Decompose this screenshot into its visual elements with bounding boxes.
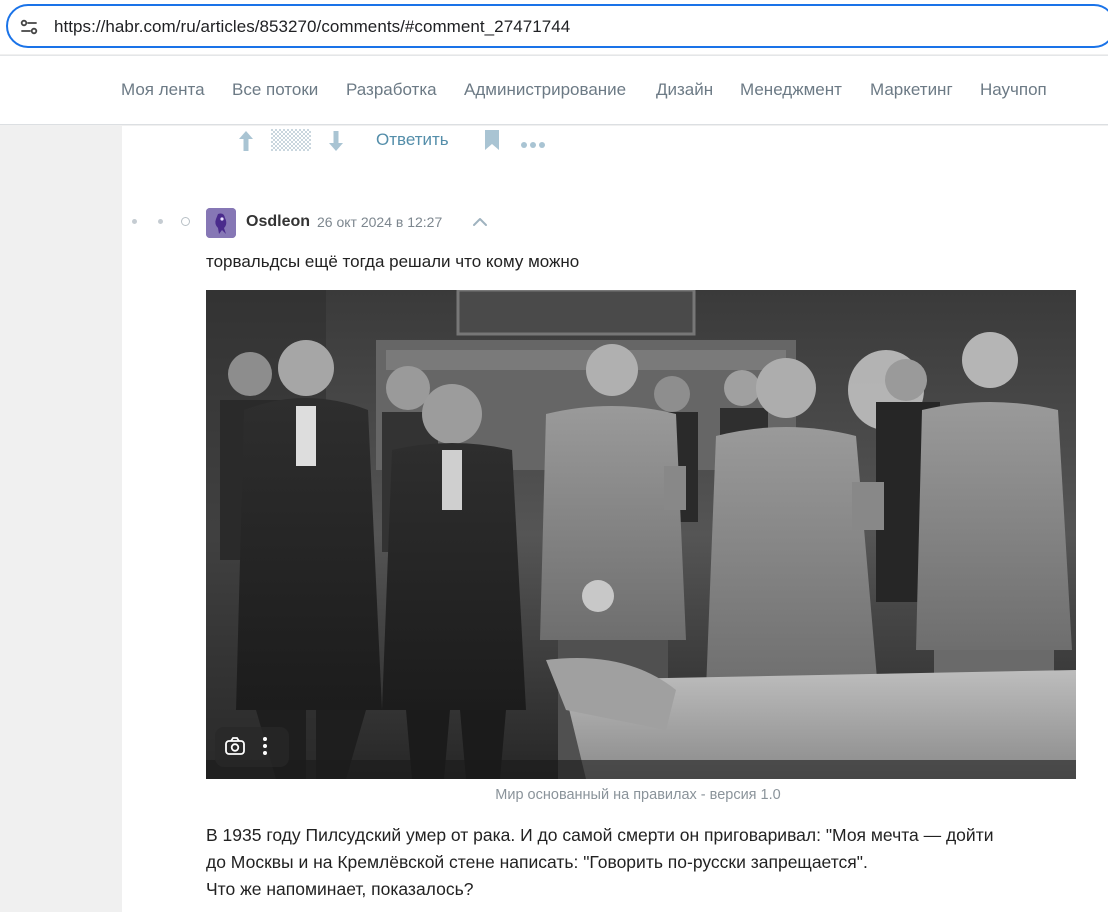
arrow-down-icon[interactable] <box>328 130 344 157</box>
comments-panel: Ответить Osdleon 26 окт 2024 в 12:27 тор… <box>122 126 1108 912</box>
reply-button[interactable]: Ответить <box>376 130 449 150</box>
comment-header: Osdleon 26 окт 2024 в 12:27 <box>122 208 1108 238</box>
prev-comment-actions: Ответить <box>122 126 1108 156</box>
nav-item-marketing[interactable]: Маркетинг <box>870 80 953 100</box>
camera-search-icon[interactable] <box>224 735 246 757</box>
comment-image[interactable] <box>206 290 1076 779</box>
browser-toolbar: https://habr.com/ru/articles/853270/comm… <box>0 0 1108 54</box>
address-bar[interactable]: https://habr.com/ru/articles/853270/comm… <box>6 4 1108 48</box>
thread-line-dot[interactable] <box>158 219 163 224</box>
more-horizontal-icon[interactable] <box>520 136 546 154</box>
thread-current-marker[interactable] <box>181 217 190 226</box>
more-vertical-icon[interactable] <box>261 735 269 757</box>
comment-author[interactable]: Osdleon <box>246 213 310 231</box>
comment-paragraphs: В 1935 году Пилсудский умер от рака. И д… <box>206 822 1066 903</box>
nav-item-administration[interactable]: Администрирование <box>464 80 626 100</box>
comment-body-text: торвальдсы ещё тогда решали что кому мож… <box>206 252 580 271</box>
arrow-up-icon[interactable] <box>238 130 254 157</box>
nav-item-development[interactable]: Разработка <box>346 80 437 100</box>
thread-line-dot[interactable] <box>132 219 137 224</box>
comment-paragraph: В 1935 году Пилсудский умер от рака. И д… <box>206 825 994 845</box>
bookmark-icon[interactable] <box>484 129 500 156</box>
image-caption: Мир основанный на правилах - версия 1.0 <box>495 787 781 803</box>
nav-item-all-streams[interactable]: Все потоки <box>232 80 318 100</box>
tune-icon[interactable] <box>19 17 39 37</box>
comment-timestamp[interactable]: 26 окт 2024 в 12:27 <box>317 214 442 230</box>
nav-item-my-feed[interactable]: Моя лента <box>121 80 205 100</box>
site-nav: Моя лента Все потоки Разработка Админист… <box>0 55 1108 125</box>
image-overlay-toolbar <box>215 727 289 767</box>
comment-paragraph: Что же напоминает, показалось? <box>206 879 474 899</box>
chevron-up-icon[interactable] <box>472 214 488 232</box>
nav-item-design[interactable]: Дизайн <box>656 80 713 100</box>
avatar[interactable] <box>206 208 236 238</box>
hidden-score-icon <box>271 129 311 156</box>
url-text[interactable]: https://habr.com/ru/articles/853270/comm… <box>54 17 570 37</box>
comment-paragraph: до Москвы и на Кремлёвской стене написат… <box>206 852 868 872</box>
nav-item-popsci[interactable]: Научпоп <box>980 80 1047 100</box>
nav-item-management[interactable]: Менеджмент <box>740 80 842 100</box>
